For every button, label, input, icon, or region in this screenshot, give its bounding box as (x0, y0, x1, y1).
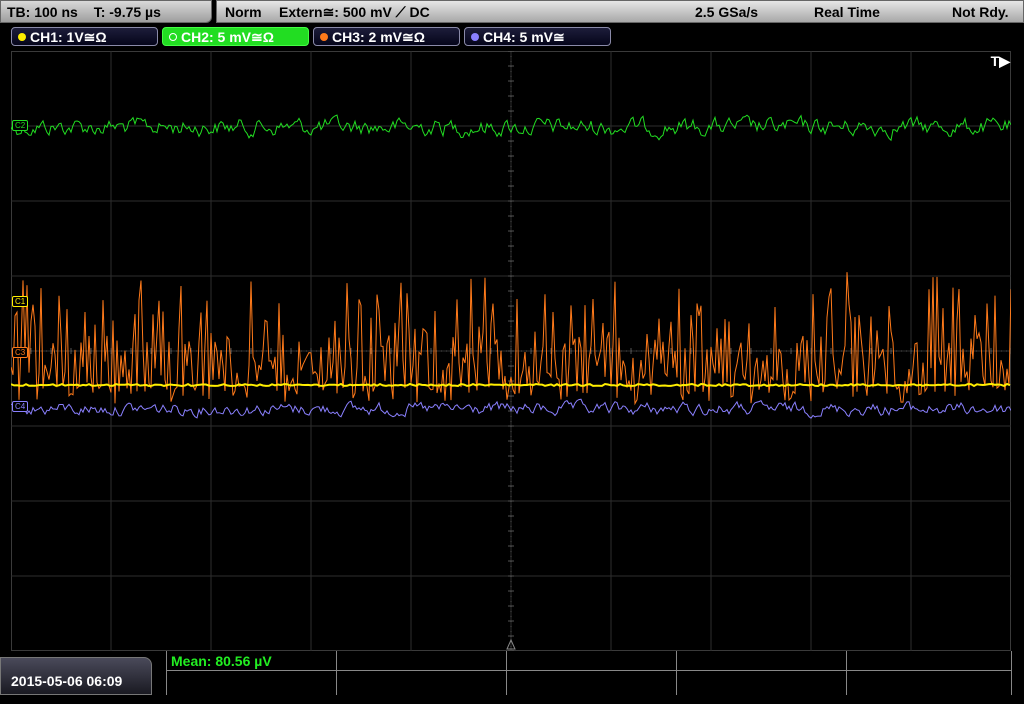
measurement-cell[interactable] (846, 671, 1012, 695)
graticule-grid (11, 51, 1011, 651)
channel-3-label: CH3: 2 mV≅Ω (332, 29, 425, 45)
measurement-cell[interactable] (676, 651, 846, 671)
measurement-cell[interactable] (676, 671, 846, 695)
tab-channel-3[interactable]: CH3: 2 mV≅Ω (313, 27, 460, 46)
channel-3-dot-icon (320, 33, 328, 41)
channel-4-dot-icon (471, 33, 479, 41)
measurement-cell[interactable] (506, 651, 676, 671)
measurement-cell[interactable] (166, 671, 336, 695)
channel-2-label: CH2: 5 mV≅Ω (181, 29, 274, 45)
status-bar: TB: 100 ns T: -9.75 µs Norm Extern≅: 500… (0, 0, 1024, 24)
waveform-canvas (11, 51, 1011, 651)
channel-4-reference-marker[interactable]: C4 (12, 401, 29, 412)
trigger-source: Extern≅: 500 mV ⟋ DC (279, 4, 430, 20)
tab-channel-1[interactable]: CH1: 1V≅Ω (11, 27, 158, 46)
trigger-position-marker[interactable]: T▶ (991, 53, 1010, 70)
tab-channel-2[interactable]: CH2: 5 mV≅Ω (162, 27, 309, 46)
acquisition-mode: Real Time (814, 4, 880, 20)
channel-1-reference-marker[interactable]: C1 (12, 296, 29, 307)
measurement-cell-mean[interactable]: Mean: 80.56 µV (166, 651, 336, 671)
tab-channel-4[interactable]: CH4: 5 mV≅ (464, 27, 611, 46)
channel-1-trace (11, 382, 1011, 388)
measurement-cell[interactable] (846, 651, 1012, 671)
channel-1-label: CH1: 1V≅Ω (30, 29, 107, 45)
date-time-display: 2015-05-06 06:09 (0, 657, 152, 695)
trigger-info-bar[interactable]: Norm Extern≅: 500 mV ⟋ DC 2.5 GSa/s Real… (216, 0, 1024, 23)
measurement-cell[interactable] (506, 671, 676, 695)
channel-4-label: CH4: 5 mV≅ (483, 29, 565, 45)
channel-2-dot-icon (169, 33, 177, 41)
channel-1-dot-icon (18, 33, 26, 41)
timebase-value: TB: 100 ns (7, 4, 78, 20)
mean-measurement: Mean: 80.56 µV (171, 653, 272, 669)
timebase-box[interactable]: TB: 100 ns T: -9.75 µs (0, 0, 212, 23)
measurement-cell[interactable] (336, 651, 506, 671)
trigger-time-value: T: -9.75 µs (93, 4, 161, 20)
channel-2-reference-marker[interactable]: C2 (12, 120, 29, 131)
channel-3-reference-marker[interactable]: C3 (12, 347, 29, 358)
measurement-cell[interactable] (336, 671, 506, 695)
sample-rate: 2.5 GSa/s (695, 4, 759, 20)
trigger-mode: Norm (225, 4, 262, 20)
acquisition-status: Not Rdy. (952, 4, 1009, 20)
measurement-table[interactable]: Mean: 80.56 µV (166, 651, 1012, 695)
